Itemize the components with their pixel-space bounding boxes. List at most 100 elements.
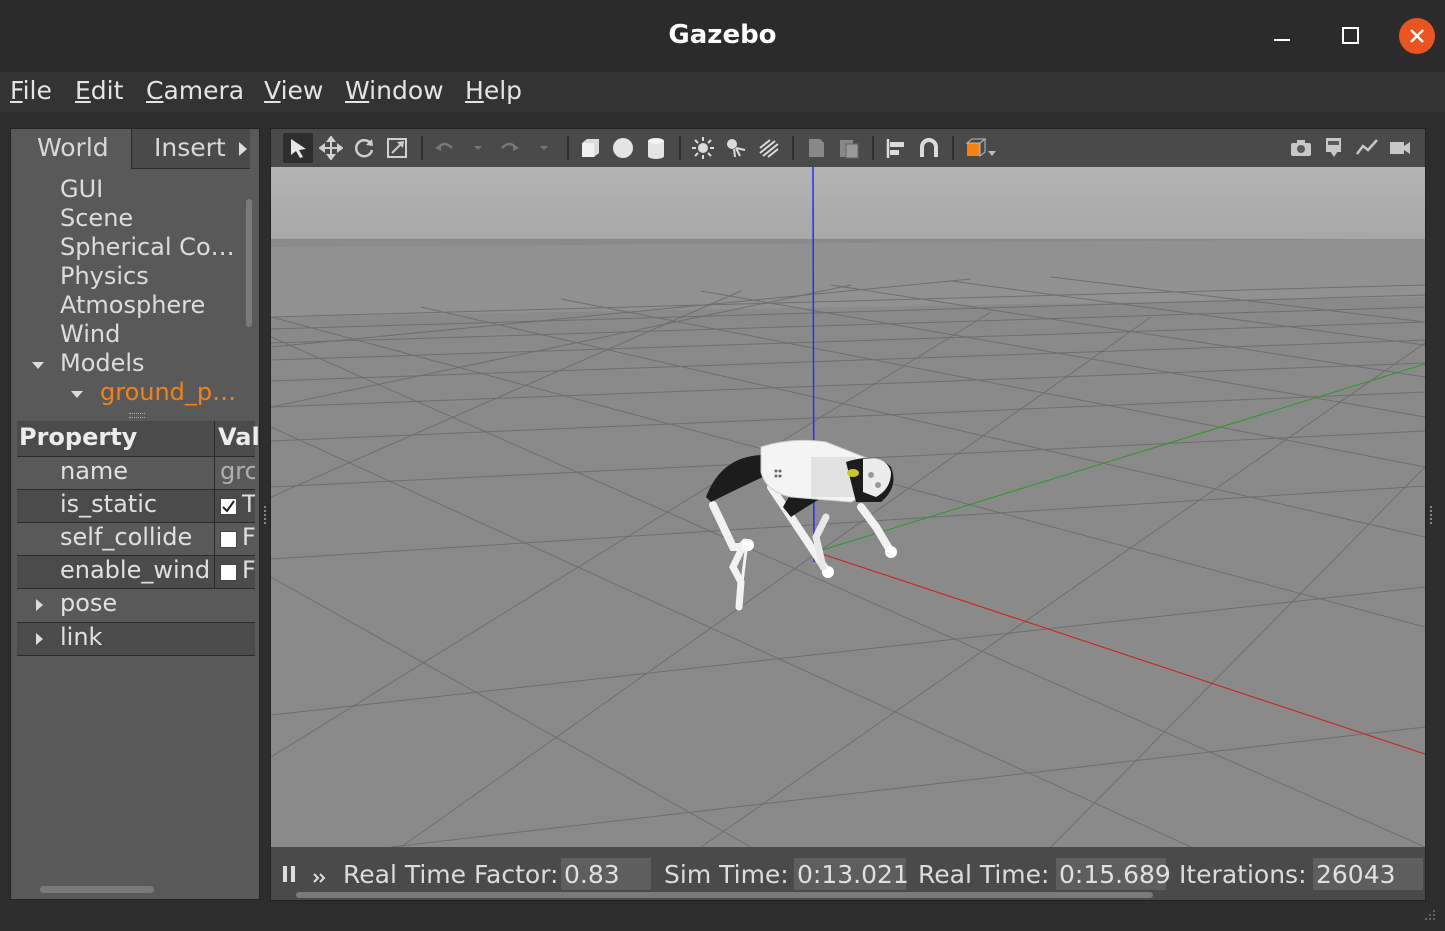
property-name-value[interactable]: grc <box>220 457 255 489</box>
close-icon <box>1399 18 1435 54</box>
tree-item-models[interactable]: Models <box>60 349 145 377</box>
tree-item-atmosphere[interactable]: Atmosphere <box>60 291 205 319</box>
spot-light-button[interactable] <box>721 133 751 163</box>
scale-mode-icon <box>387 138 407 158</box>
menu-edit-label: dit <box>90 76 124 105</box>
maximize-button[interactable] <box>1332 18 1368 54</box>
is-static-checkbox[interactable] <box>220 498 237 515</box>
render-viewport: Real Time Factor: 0.83 Sim Time: 0:13.02… <box>270 128 1426 901</box>
minimize-button[interactable] <box>1264 18 1300 54</box>
sim-time-value: 0:13.021 <box>794 858 909 890</box>
tree-item-scene[interactable]: Scene <box>60 204 133 232</box>
box-icon <box>582 139 599 157</box>
iterations-label: Iterations: <box>1179 860 1307 889</box>
log-button[interactable] <box>1319 133 1349 163</box>
spot-light-icon <box>727 139 746 158</box>
directional-light-button[interactable] <box>754 133 784 163</box>
window-title: Gazebo <box>668 20 777 50</box>
property-row-is-static[interactable]: is_static T <box>17 490 255 523</box>
toolbar-separator <box>792 136 794 160</box>
pause-icon[interactable] <box>281 865 297 883</box>
property-header: Property Val <box>17 421 259 457</box>
real-time-factor-label: Real Time Factor: <box>343 860 559 889</box>
status-scrollbar[interactable] <box>296 892 1153 898</box>
tree-item-spherical-coordinates[interactable]: Spherical Co… <box>60 233 235 261</box>
splitter-handle[interactable] <box>129 413 145 418</box>
view-angle-icon <box>965 137 996 158</box>
video-record-button[interactable] <box>1385 133 1415 163</box>
panel-splitter[interactable] <box>264 506 268 524</box>
view-angle-button[interactable] <box>961 133 1001 163</box>
column-divider <box>214 490 215 522</box>
toolbar-separator <box>952 136 954 160</box>
cylinder-icon <box>648 138 664 159</box>
property-row-self-collide[interactable]: self_collide F <box>17 523 255 556</box>
property-enable-wind-label: enable_wind <box>60 556 211 584</box>
expand-models-icon[interactable] <box>32 362 44 370</box>
tab-insert[interactable]: Insert <box>132 129 250 169</box>
enable-wind-checkbox[interactable] <box>220 564 237 581</box>
expand-pose-icon[interactable] <box>36 599 44 611</box>
menu-camera-mnemonic: C <box>146 76 164 105</box>
property-row-enable-wind[interactable]: enable_wind F <box>17 556 255 589</box>
close-button[interactable] <box>1399 18 1435 54</box>
menu-camera[interactable]: Camera <box>146 76 244 105</box>
sphere-shape-button[interactable] <box>608 133 638 163</box>
video-record-icon <box>1390 142 1410 154</box>
menu-edit[interactable]: Edit <box>75 76 123 105</box>
tab-world[interactable]: World <box>13 129 132 169</box>
expand-link-icon[interactable] <box>36 633 44 645</box>
tab-scroll-right-icon[interactable] <box>238 141 248 157</box>
sphere-icon <box>613 138 633 158</box>
align-button[interactable] <box>881 133 911 163</box>
undo-history-icon[interactable] <box>473 145 483 151</box>
property-header-label: Property <box>19 423 138 451</box>
menu-file-mnemonic: F <box>10 76 23 105</box>
snap-button[interactable] <box>914 133 944 163</box>
step-icon[interactable] <box>312 871 328 885</box>
self-collide-checkbox[interactable] <box>220 531 237 548</box>
tree-item-wind[interactable]: Wind <box>60 320 120 348</box>
menu-view-label: iew <box>280 76 324 105</box>
scale-mode-button[interactable] <box>382 133 412 163</box>
tree-item-gui[interactable]: GUI <box>60 175 103 203</box>
undo-button[interactable] <box>429 133 459 163</box>
select-mode-button[interactable] <box>283 133 313 163</box>
menu-window[interactable]: Window <box>345 76 444 105</box>
menu-file[interactable]: File <box>10 76 52 105</box>
column-divider <box>214 457 215 489</box>
horizontal-scrollbar[interactable] <box>40 886 154 893</box>
translate-mode-button[interactable] <box>316 133 346 163</box>
property-group-link[interactable]: link <box>17 622 255 656</box>
menu-help[interactable]: Help <box>465 76 522 105</box>
redo-history-icon[interactable] <box>539 145 549 151</box>
property-row-name[interactable]: name grc <box>17 457 255 490</box>
expand-ground-plane-icon[interactable] <box>71 391 83 399</box>
copy-button[interactable] <box>801 133 831 163</box>
real-time-factor-value: 0.83 <box>561 858 651 890</box>
property-group-pose[interactable]: pose <box>17 589 255 622</box>
paste-button[interactable] <box>834 133 864 163</box>
property-self-collide-label: self_collide <box>60 523 193 551</box>
plot-button[interactable] <box>1352 133 1382 163</box>
cylinder-shape-button[interactable] <box>641 133 671 163</box>
link-group-label: link <box>60 623 103 651</box>
tree-scrollbar[interactable] <box>246 199 252 327</box>
screenshot-button[interactable] <box>1286 133 1316 163</box>
point-light-icon <box>692 137 714 159</box>
redo-button[interactable] <box>495 133 525 163</box>
tree-item-physics[interactable]: Physics <box>60 262 149 290</box>
minimize-icon <box>1274 39 1290 41</box>
box-shape-button[interactable] <box>575 133 605 163</box>
right-panel-splitter[interactable] <box>1430 506 1434 524</box>
point-light-button[interactable] <box>688 133 718 163</box>
scene-render[interactable] <box>271 166 1425 848</box>
tree-item-ground-plane[interactable]: ground_p… <box>100 378 236 406</box>
title-bar: Gazebo <box>0 0 1445 73</box>
menu-view[interactable]: View <box>264 76 323 105</box>
resize-grip-icon[interactable] <box>1423 908 1437 922</box>
rotate-mode-button[interactable] <box>349 133 379 163</box>
property-name-label: name <box>60 457 129 485</box>
plot-icon <box>1356 139 1378 155</box>
toolbar-separator <box>421 136 423 160</box>
